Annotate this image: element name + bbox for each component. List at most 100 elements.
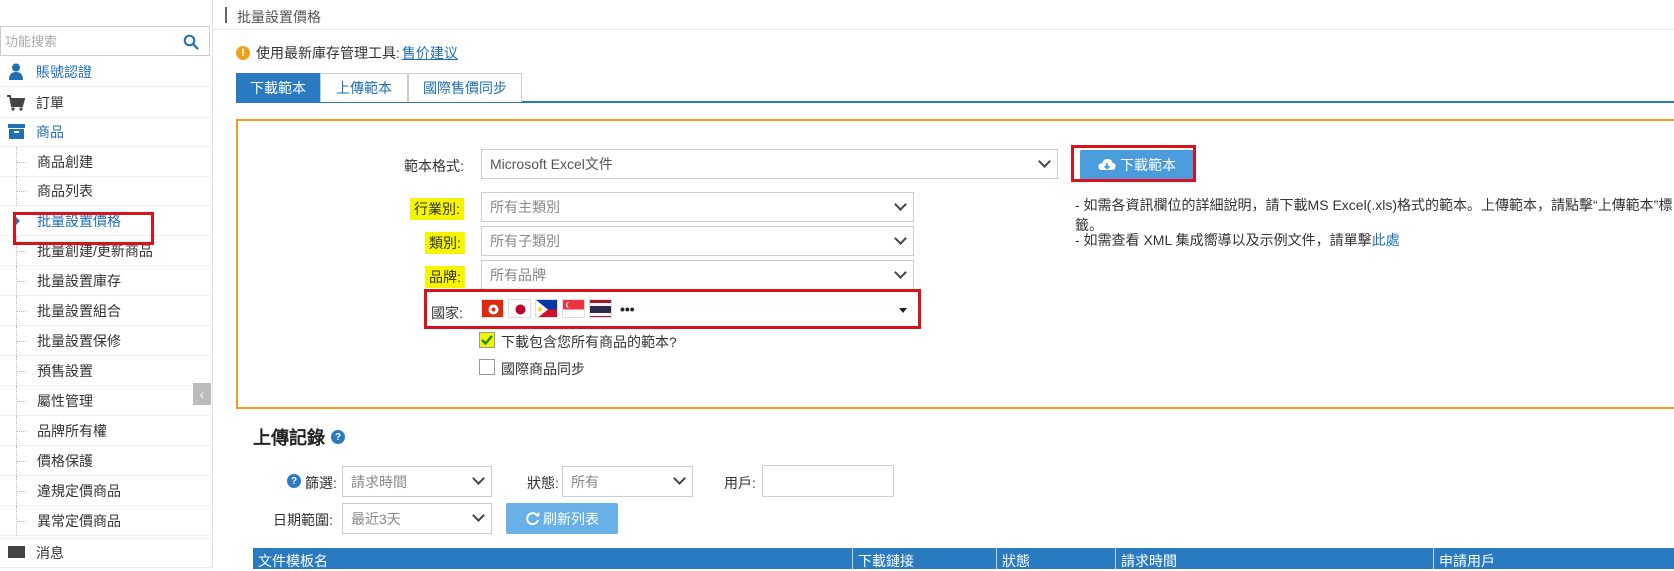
format-select[interactable]: Microsoft Excel文件 — [481, 149, 1058, 179]
sidebar-subitem-price-protection[interactable]: 價格保護 — [0, 446, 213, 476]
column-separator — [1433, 548, 1434, 569]
page-title: 批量設置價格 — [237, 9, 321, 25]
tab-bar: 下載範本 上傳範本 國際售價同步 — [236, 73, 1674, 103]
filter-label: 篩選: — [305, 475, 337, 491]
price-suggestion-link[interactable]: 售价建议 — [402, 43, 458, 63]
chevron-down-icon — [472, 509, 485, 522]
category-select-value: 所有子類別 — [490, 233, 560, 249]
status-label: 狀態: — [527, 475, 559, 491]
user-label: 用戶: — [724, 475, 756, 491]
include-all-checkbox[interactable] — [479, 332, 495, 348]
sidebar-subitem-label: 違規定價商品 — [37, 482, 121, 499]
sidebar-subitem-batch-warranty[interactable]: 批量設置保修 — [0, 326, 213, 356]
status-select[interactable]: 所有 — [562, 466, 693, 497]
chevron-down-icon — [894, 232, 907, 245]
sidebar-item-products[interactable]: 商品 — [0, 117, 213, 147]
intl-sync-checkbox[interactable] — [479, 359, 495, 375]
sidebar-subitem-label: 批量設置庫存 — [37, 272, 121, 289]
sidebar-item-label: 消息 — [36, 545, 64, 561]
format-label: 範本格式: — [404, 158, 464, 174]
column-header: 請求時間 — [1121, 553, 1177, 569]
user-input[interactable] — [762, 465, 894, 497]
info-icon: ! — [236, 46, 250, 60]
sidebar-item-orders[interactable]: 訂單 — [0, 88, 213, 118]
notice-bar: ! 使用最新庫存管理工具: 售价建议 — [236, 43, 458, 63]
industry-select[interactable]: 所有主類別 — [481, 192, 914, 222]
help-line-excel: - 如需各資訊欄位的詳細說明，請下載MS Excel(.xls)格式的範本。上傳… — [1075, 197, 1673, 233]
tab-intl-price-sync[interactable]: 國際售價同步 — [408, 73, 522, 102]
annotation-box-country — [424, 289, 921, 329]
chevron-down-icon — [1038, 155, 1051, 168]
collapse-sidebar-button[interactable]: ‹ — [193, 383, 211, 405]
filter-select[interactable]: 請求時間 — [342, 466, 492, 497]
category-label: 類別: — [425, 232, 465, 254]
date-range-select-value: 最近3天 — [351, 510, 401, 527]
sidebar-search — [0, 26, 210, 56]
industry-label-text: 行業別: — [410, 198, 464, 220]
sidebar-subitem-label: 商品列表 — [37, 182, 93, 199]
sidebar-subitem-violating-pricing[interactable]: 違規定價商品 — [0, 476, 213, 506]
refresh-icon — [526, 512, 540, 526]
cart-icon — [6, 93, 26, 113]
brand-select-value: 所有品牌 — [490, 267, 546, 283]
sidebar-subitem-abnormal-pricing[interactable]: 異常定價商品 — [0, 506, 213, 536]
sidebar-subitem-label: 屬性管理 — [37, 392, 93, 409]
filter-select-value: 請求時間 — [351, 473, 407, 490]
refresh-list-button[interactable]: 刷新列表 — [506, 503, 618, 534]
category-label-text: 類別: — [425, 232, 465, 254]
sidebar-subitem-batch-bundle[interactable]: 批量設置組合 — [0, 296, 213, 326]
help-line-xml-text: - 如需查看 XML 集成嚮導以及示例文件，請單擊 — [1075, 232, 1372, 248]
sidebar-subitem-batch-stock[interactable]: 批量設置庫存 — [0, 266, 213, 296]
filter-help-icon[interactable]: ? — [287, 474, 301, 488]
intl-sync-label: 國際商品同步 — [501, 361, 585, 377]
tab-upload-template[interactable]: 上傳範本 — [320, 73, 408, 102]
sidebar-item-messages[interactable]: 消息 — [0, 538, 213, 568]
tab-download-template[interactable]: 下載範本 — [236, 73, 320, 102]
brand-label-text: 品牌: — [425, 266, 465, 288]
sidebar-subitem-label: 價格保護 — [37, 452, 93, 469]
help-icon[interactable]: ? — [331, 430, 345, 444]
sidebar-subitem-presale[interactable]: 預售設置 — [0, 356, 213, 386]
date-range-label: 日期範圍: — [273, 512, 333, 528]
industry-select-value: 所有主類別 — [490, 199, 560, 215]
chevron-down-icon — [472, 472, 485, 485]
user-icon — [6, 62, 26, 82]
function-search-input[interactable] — [5, 27, 175, 55]
brand-label: 品牌: — [425, 266, 465, 288]
breadcrumb: 批量設置價格 — [213, 0, 1674, 30]
sidebar-subitem-brand-ownership[interactable]: 品牌所有權 — [0, 416, 213, 446]
sidebar-subitem-product-list[interactable]: 商品列表 — [0, 176, 213, 206]
checkmark-icon — [481, 335, 493, 346]
sidebar-subitem-label: 批量設置組合 — [37, 302, 121, 319]
chevron-left-icon: ‹ — [199, 386, 205, 402]
search-icon[interactable] — [183, 34, 199, 50]
column-separator — [852, 548, 853, 569]
category-select[interactable]: 所有子類別 — [481, 226, 914, 256]
message-icon — [6, 543, 26, 563]
brand-select[interactable]: 所有品牌 — [481, 260, 914, 290]
sidebar: 賬號認證 訂單 商品 商品創建 商品列表 批量設置價格 批量創建/更新商品 批量… — [0, 0, 213, 569]
sidebar-item-label: 訂單 — [36, 94, 64, 111]
sidebar-subitem-attributes[interactable]: 屬性管理 — [0, 386, 213, 416]
xml-guide-link[interactable]: 此處 — [1372, 232, 1400, 248]
chevron-down-icon — [894, 198, 907, 211]
sidebar-item-account-verification[interactable]: 賬號認證 — [0, 57, 213, 87]
column-separator — [1115, 548, 1116, 569]
format-select-value: Microsoft Excel文件 — [490, 156, 613, 172]
sidebar-subitem-label: 品牌所有權 — [37, 422, 107, 439]
sidebar-item-label: 商品 — [36, 123, 64, 140]
include-all-label: 下載包含您所有商品的範本? — [501, 334, 677, 350]
annotation-box-sidebar — [13, 212, 154, 245]
box-icon — [6, 122, 26, 142]
date-range-select[interactable]: 最近3天 — [342, 503, 492, 534]
column-header: 文件模板名 — [258, 553, 328, 569]
industry-label: 行業別: — [410, 198, 464, 220]
sidebar-subitem-label: 商品創建 — [37, 153, 93, 170]
breadcrumb-divider — [225, 7, 227, 23]
column-header: 下載鏈接 — [858, 553, 914, 569]
sidebar-subitem-label: 異常定價商品 — [37, 512, 121, 529]
sidebar-item-label: 賬號認證 — [36, 63, 92, 80]
chevron-down-icon — [894, 266, 907, 279]
sidebar-subitem-product-create[interactable]: 商品創建 — [0, 147, 213, 177]
sidebar-subitem-label: 預售設置 — [37, 362, 93, 379]
